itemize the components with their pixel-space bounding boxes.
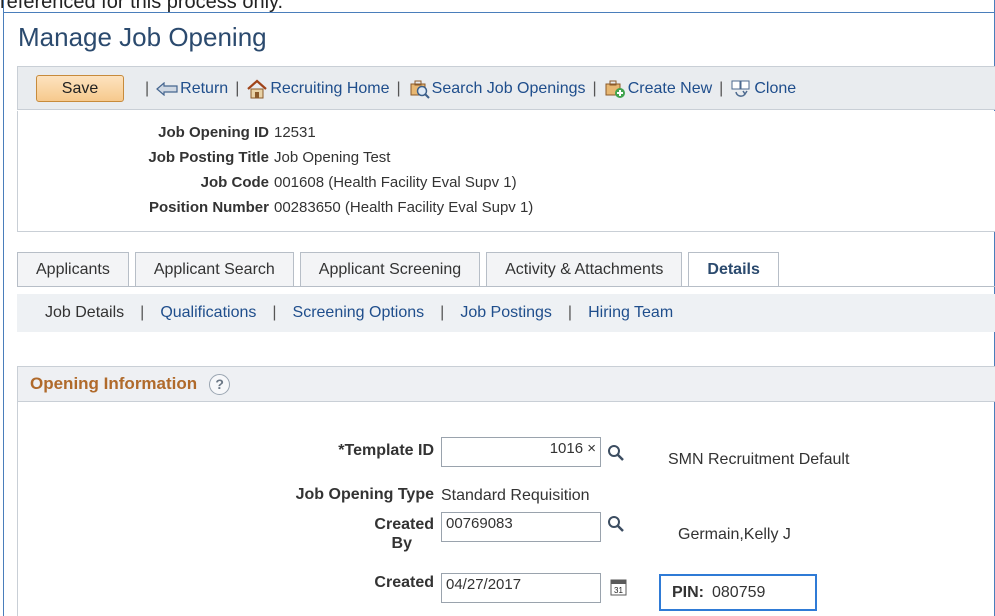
- job-posting-title-value: Job Opening Test: [274, 149, 391, 166]
- section-title: Opening Information: [30, 374, 198, 393]
- job-code-value: 001608 (Health Facility Eval Supv 1): [274, 174, 517, 191]
- return-link[interactable]: Return: [156, 80, 228, 98]
- create-new-link[interactable]: Create New: [604, 79, 712, 99]
- subtab-hiring-team[interactable]: Hiring Team: [588, 304, 673, 322]
- tab-activity-attachments[interactable]: Activity & Attachments: [486, 252, 683, 286]
- created-label: Created: [374, 574, 434, 591]
- return-label: Return: [180, 80, 229, 97]
- position-number-row: Position Number 00283650 (Health Facilit…: [18, 199, 533, 216]
- search-job-openings-link[interactable]: Search Job Openings: [408, 79, 586, 99]
- template-id-label: *Template ID: [338, 442, 434, 459]
- created-by-input[interactable]: 00769083: [441, 512, 601, 542]
- tab-applicant-screening[interactable]: Applicant Screening: [299, 252, 481, 286]
- create-new-icon: [605, 80, 625, 98]
- job-opening-id-value: 12531: [274, 124, 316, 141]
- subtab-screening-options[interactable]: Screening Options: [293, 304, 425, 322]
- job-posting-title-label: Job Posting Title: [148, 149, 269, 166]
- home-icon: [247, 79, 268, 99]
- subtab-separator: |: [272, 304, 277, 321]
- created-by-label-by: By: [391, 535, 412, 552]
- tab-bar-divider: [17, 286, 995, 287]
- position-number-label: Position Number: [148, 199, 269, 216]
- created-date-input[interactable]: 04/27/2017: [441, 573, 601, 603]
- recruiting-home-label: Recruiting Home: [270, 80, 390, 97]
- subtab-job-details[interactable]: Job Details: [45, 304, 124, 322]
- recruiting-home-link[interactable]: Recruiting Home: [246, 79, 390, 99]
- toolbar-separator: |: [145, 80, 150, 97]
- subtab-separator: |: [567, 304, 573, 321]
- return-arrow-icon: [156, 82, 178, 96]
- clone-label: Clone: [754, 80, 797, 97]
- tab-applicants[interactable]: Applicants: [17, 252, 129, 286]
- toolbar-separator: |: [592, 80, 597, 97]
- search-jobs-icon: [410, 80, 430, 99]
- job-opening-summary: Job Opening ID 12531 Job Posting Title J…: [17, 111, 995, 232]
- created-by-label: Created: [374, 516, 434, 533]
- toolbar-links: | Return | Recruiting Home | Search Job …: [138, 79, 796, 99]
- toolbar-separator: |: [396, 80, 401, 97]
- created-by-name-value: Germain,Kelly J: [678, 526, 791, 543]
- job-opening-type-value: Standard Requisition: [441, 487, 590, 504]
- toolbar-separator: |: [719, 80, 724, 97]
- help-icon[interactable]: ?: [209, 373, 231, 395]
- tab-applicant-search[interactable]: Applicant Search: [134, 252, 294, 286]
- calendar-icon[interactable]: 31: [610, 578, 627, 596]
- create-new-label: Create New: [627, 80, 713, 97]
- tab-bar: Applicants Applicant Search Applicant Sc…: [17, 252, 785, 287]
- job-opening-id-row: Job Opening ID 12531: [18, 124, 316, 141]
- job-opening-type-label: Job Opening Type: [295, 486, 434, 503]
- created-by-lookup-icon[interactable]: [607, 515, 625, 533]
- search-job-openings-label: Search Job Openings: [431, 80, 586, 97]
- template-id-input[interactable]: 1016 ×: [441, 437, 601, 467]
- subtab-job-postings[interactable]: Job Postings: [460, 304, 552, 322]
- pin-label: PIN:: [672, 583, 704, 601]
- page-title: Manage Job Opening: [18, 22, 267, 52]
- save-button[interactable]: Save: [36, 75, 124, 102]
- calendar-day-text: 31: [614, 586, 623, 595]
- pin-value: 080759: [712, 583, 766, 601]
- template-name-value: SMN Recruitment Default: [668, 451, 850, 468]
- subtab-qualifications[interactable]: Qualifications: [160, 304, 256, 322]
- subtab-bar: Job Details | Qualifications | Screening…: [17, 294, 995, 332]
- subtab-separator: |: [140, 304, 145, 321]
- job-opening-id-label: Job Opening ID: [158, 124, 269, 141]
- position-number-value: 00283650 (Health Facility Eval Supv 1): [274, 199, 534, 216]
- toolbar-separator: |: [235, 80, 240, 97]
- job-posting-title-row: Job Posting Title Job Opening Test: [18, 149, 390, 166]
- pin-highlight-box: PIN: 080759: [659, 574, 817, 611]
- job-code-label: Job Code: [200, 174, 269, 191]
- frame-top-border: [3, 12, 995, 13]
- clone-link[interactable]: Clone: [730, 79, 796, 99]
- opening-information-header: Opening Information ?: [17, 366, 995, 402]
- tab-details[interactable]: Details: [688, 252, 779, 287]
- template-lookup-icon[interactable]: [607, 444, 625, 462]
- toolbar: Save | Return | Recruiting Home | Search…: [17, 66, 995, 110]
- subtab-separator: |: [440, 304, 445, 321]
- clone-icon: [731, 80, 750, 97]
- job-code-row: Job Code 001608 (Health Facility Eval Su…: [18, 174, 517, 191]
